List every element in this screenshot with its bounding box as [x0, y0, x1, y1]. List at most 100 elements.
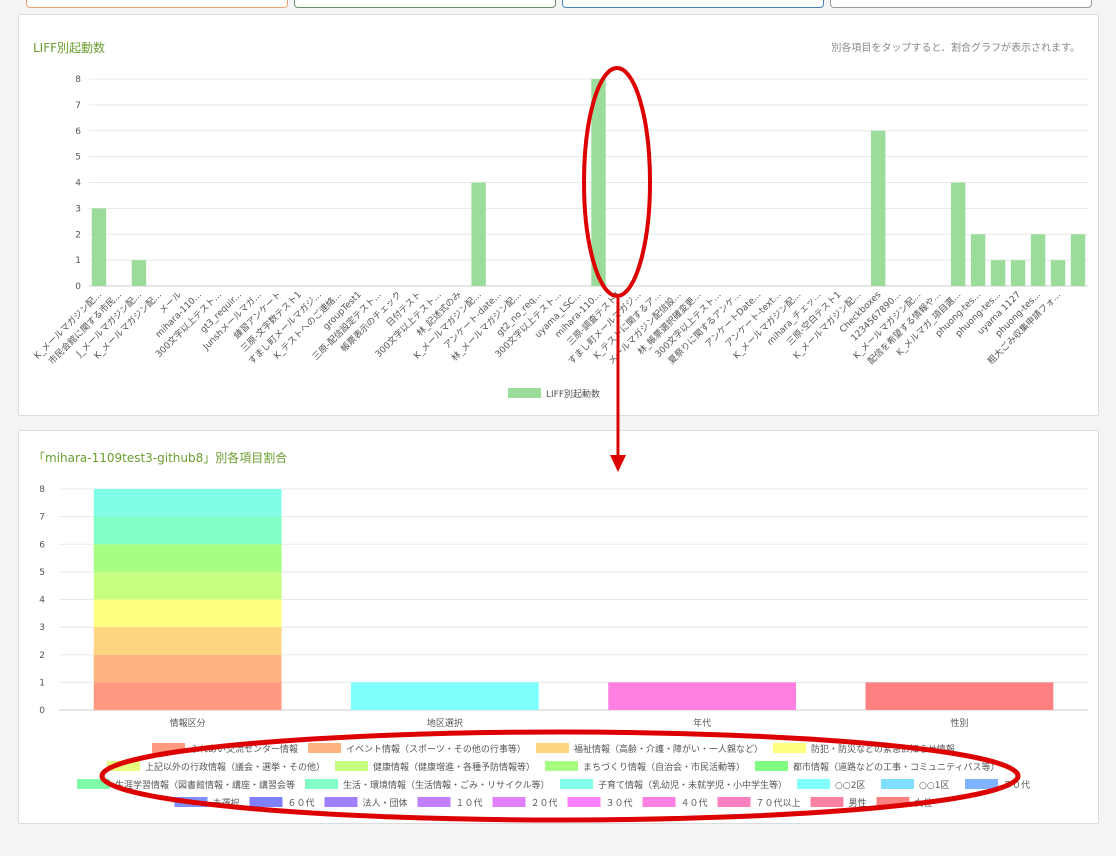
- legend-swatch: [308, 743, 341, 753]
- bar-segment[interactable]: [93, 654, 282, 683]
- legend-item[interactable]: 未選択: [174, 797, 240, 809]
- y-tick-label: 1: [39, 678, 45, 688]
- bar[interactable]: [1030, 234, 1046, 286]
- y-tick-label: 1: [75, 256, 81, 266]
- y-tick-label: 7: [39, 513, 45, 523]
- legend: LIFF別起動数: [508, 388, 600, 400]
- bar[interactable]: [1050, 260, 1066, 286]
- legend-item[interactable]: ４０代: [642, 797, 708, 809]
- legend-label: 都市情報（道路などの工事・コミュニティバス等）: [793, 761, 999, 773]
- legend-item[interactable]: ２０代: [492, 797, 558, 809]
- legend-swatch: [152, 743, 185, 753]
- bar-segment[interactable]: [93, 489, 282, 517]
- bar[interactable]: [950, 182, 966, 287]
- bar[interactable]: [1070, 234, 1086, 286]
- bar-segment[interactable]: [93, 599, 282, 628]
- legend-item[interactable]: イベント情報（スポーツ・その他の行事等）: [308, 743, 526, 755]
- y-tick-label: 6: [39, 540, 45, 550]
- bar[interactable]: [1010, 260, 1026, 286]
- legend-item[interactable]: 防犯・防災などの緊急お知らせ情報: [773, 743, 955, 755]
- legend-label: ３０代: [606, 798, 633, 809]
- legend-swatch: [773, 743, 806, 753]
- top-button-1[interactable]: [26, 0, 288, 8]
- bar[interactable]: [471, 182, 486, 287]
- legend-item[interactable]: ５０代: [965, 779, 1030, 791]
- top-button-4[interactable]: [830, 0, 1092, 8]
- bar-segment[interactable]: [350, 682, 539, 710]
- bar[interactable]: [91, 208, 107, 286]
- bar-segment[interactable]: [865, 682, 1054, 710]
- bar[interactable]: [131, 260, 147, 286]
- legend-item[interactable]: 福祉情報（高齢・介護・障がい・一人親など）: [536, 743, 763, 755]
- legend-swatch: [174, 797, 208, 807]
- bar[interactable]: [970, 234, 986, 286]
- y-tick-label: 4: [39, 596, 45, 606]
- legend-item[interactable]: 生活・環境情報（生活情報・ごみ・リサイクル等）: [305, 779, 550, 791]
- legend-swatch: [965, 779, 998, 789]
- legend-item[interactable]: １０代: [417, 797, 483, 809]
- legend-item[interactable]: 上記以外の行政情報（議会・選挙・その他）: [107, 761, 325, 773]
- legend-swatch: [508, 388, 541, 398]
- x-tick-label: 性別: [950, 717, 968, 729]
- legend-swatch: [335, 761, 368, 771]
- legend-swatch: [249, 797, 283, 807]
- legend-label: ○○1区: [919, 780, 949, 791]
- legend-swatch: [417, 797, 451, 807]
- x-tick-label: 年代: [693, 717, 711, 729]
- legend-swatch: [717, 797, 751, 807]
- legend-item[interactable]: 子育て情報（乳幼児・未就学児・小中学生等）: [560, 779, 787, 791]
- legend-label: 未選択: [213, 797, 240, 809]
- legend-item[interactable]: ３０代: [567, 797, 633, 809]
- legend-label: 生涯学習情報（図書館情報・講座・講習会等: [115, 779, 295, 791]
- bar-segment[interactable]: [93, 682, 282, 710]
- legend-item[interactable]: ６０代: [249, 797, 315, 809]
- legend-item[interactable]: ふれあい交流センター情報: [152, 743, 298, 755]
- bar-segment[interactable]: [608, 682, 797, 710]
- legend-item[interactable]: 女性: [876, 797, 933, 809]
- top-button-3[interactable]: [562, 0, 824, 8]
- bar[interactable]: [591, 79, 606, 286]
- legend-swatch: [560, 779, 593, 789]
- legend-item[interactable]: 法人・団体: [324, 797, 408, 809]
- top-button-2[interactable]: [294, 0, 556, 8]
- legend-item[interactable]: 健康情報（健康増進・各種予防情報等）: [335, 761, 535, 773]
- legend-label: ２０代: [531, 798, 558, 809]
- legend-item[interactable]: ○○1区: [881, 779, 949, 791]
- legend-swatch: [107, 761, 140, 771]
- legend-label: ７０代以上: [756, 798, 801, 809]
- y-tick-label: 5: [39, 568, 45, 578]
- y-tick-label: 3: [39, 623, 45, 633]
- bar-segment[interactable]: [93, 571, 282, 600]
- legend-swatch: [77, 779, 110, 789]
- ratio-stacked-bar-chart[interactable]: 0 1 2 3 4 5 6 7 8 情報区分 地区選択 年代 性別ふれあい交流センター情報 イベント情報（…: [19, 431, 1098, 823]
- bar[interactable]: [871, 130, 886, 286]
- y-tick-label: 7: [75, 101, 81, 111]
- legend-label: １０代: [456, 798, 483, 809]
- legend-item[interactable]: 都市情報（道路などの工事・コミュニティバス等）: [755, 761, 999, 773]
- legend-swatch: [324, 797, 358, 807]
- legend-swatch: [797, 779, 830, 789]
- legend-label: 子育て情報（乳幼児・未就学児・小中学生等）: [598, 779, 787, 791]
- liff-launch-count-panel: LIFF別起動数 別各項目をタップすると、割合グラフが表示されます。 01234…: [18, 14, 1099, 416]
- liff-bar-chart[interactable]: 012345678K_メールマガジン配...市民会館に関する市民...J_メール…: [19, 15, 1098, 415]
- bar-segment[interactable]: [93, 544, 282, 572]
- legend-label: まちづくり情報（自治会・市民活動等）: [583, 761, 745, 773]
- legend-item[interactable]: まちづくり情報（自治会・市民活動等）: [545, 761, 745, 773]
- legend-label: ふれあい交流センター情報: [190, 743, 298, 755]
- legend-label: 上記以外の行政情報（議会・選挙・その他）: [145, 761, 325, 773]
- item-ratio-panel: 「mihara-1109test3-github8」別各項目割合 0123456…: [18, 430, 1099, 824]
- legend-item[interactable]: ○○2区: [797, 779, 865, 791]
- legend-label: 福祉情報（高齢・介護・障がい・一人親など）: [574, 743, 763, 755]
- legend-label: LIFF別起動数: [546, 388, 600, 400]
- bar-segment[interactable]: [93, 516, 282, 545]
- legend-label: ○○2区: [835, 780, 865, 791]
- y-tick-label: 0: [39, 706, 45, 716]
- legend-item[interactable]: 男性: [810, 797, 867, 809]
- legend-item[interactable]: ７０代以上: [717, 797, 801, 809]
- bar-segment[interactable]: [93, 627, 282, 655]
- legend-item[interactable]: 生涯学習情報（図書館情報・講座・講習会等: [77, 779, 295, 791]
- legend-label: 女性: [915, 797, 933, 809]
- legend-swatch: [755, 761, 788, 771]
- legend-label: 防犯・防災などの緊急お知らせ情報: [811, 743, 955, 755]
- bar[interactable]: [990, 260, 1006, 286]
